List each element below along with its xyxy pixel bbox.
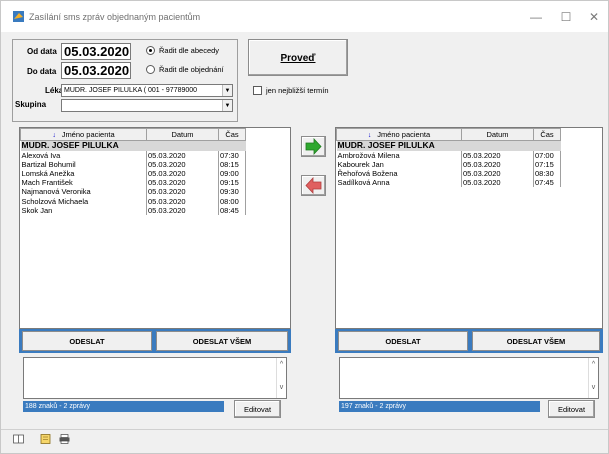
right-send-bar: ODESLAT ODESLAT VŠEM [335, 329, 603, 353]
table-row[interactable]: Lomská Anežka 05.03.2020 09:00 [20, 168, 246, 179]
printer-icon[interactable] [59, 434, 70, 444]
column-header-date[interactable]: Datum [461, 128, 534, 141]
table-row[interactable]: Alexová Iva 05.03.2020 07:30 [20, 150, 246, 160]
sort-arrow-icon: ↓ [52, 132, 62, 139]
scroll-down-icon[interactable]: v [589, 384, 598, 391]
app-icon [13, 11, 24, 22]
note-icon[interactable] [40, 434, 51, 444]
checkbox-icon [253, 86, 262, 95]
table-row[interactable]: Najmanová Veronika 05.03.2020 09:30 [20, 187, 246, 197]
to-date-field[interactable]: 05.03.2020 [61, 62, 131, 79]
right-send-button[interactable]: ODESLAT [338, 331, 468, 351]
left-patient-table: ↓ Jméno pacienta Datum Čas MUDR. JOSEF P… [20, 128, 246, 215]
move-left-button[interactable] [301, 175, 326, 196]
left-status-bar: 188 znaků - 2 zprávy [23, 401, 224, 412]
group-row: MUDR. JOSEF PILULKA [336, 140, 561, 151]
left-patient-list[interactable]: ↓ Jméno pacienta Datum Čas MUDR. JOSEF P… [19, 127, 291, 329]
arrow-left-icon [305, 176, 322, 195]
table-row[interactable]: Kabourek Jan 05.03.2020 07:15 [336, 159, 561, 169]
right-edit-button[interactable]: Editovat [548, 400, 595, 418]
doctor-select[interactable]: MUDR. JOSEF PILULKA ( 001 - 97789000 ▼ [61, 84, 233, 97]
window-title: Zasílání sms zpráv objednaným pacientům [29, 12, 201, 22]
book-icon[interactable] [13, 434, 24, 444]
table-row[interactable]: Mach František 05.03.2020 09:15 [20, 178, 246, 188]
doctor-select-value: MUDR. JOSEF PILULKA ( 001 - 97789000 [64, 87, 198, 94]
left-message-scrollbar[interactable]: ^ v [276, 358, 286, 398]
right-message-scrollbar[interactable]: ^ v [588, 358, 598, 398]
chevron-down-icon[interactable]: ▼ [222, 100, 232, 111]
column-header-time[interactable]: Čas [218, 128, 246, 141]
right-status-bar: 197 znaků - 2 zprávy [339, 401, 540, 412]
left-send-all-button[interactable]: ODESLAT VŠEM [156, 331, 288, 351]
maximize-button[interactable]: ☐ [551, 7, 581, 27]
right-patient-list[interactable]: ↓ Jméno pacienta Datum Čas MUDR. JOSEF P… [335, 127, 603, 329]
scroll-down-icon[interactable]: v [277, 384, 286, 391]
to-date-label: Do data [27, 67, 57, 76]
sort-arrow-icon: ↓ [367, 132, 378, 139]
sort-order-label: Řadit dle objednání [159, 65, 224, 74]
right-message-text[interactable]: ^ v [339, 357, 599, 399]
close-button[interactable]: ✕ [579, 7, 609, 27]
table-row[interactable]: Řehořová Božena 05.03.2020 08:30 [336, 168, 561, 179]
title-bar: Zasílání sms zpráv objednaným pacientům … [1, 1, 608, 32]
from-date-field[interactable]: 05.03.2020 [61, 43, 131, 60]
table-row[interactable]: Bartizal Bohumil 05.03.2020 08:15 [20, 159, 246, 169]
sort-alpha-label: Řadit dle abecedy [159, 46, 220, 55]
left-send-button[interactable]: ODESLAT [22, 331, 152, 351]
table-row[interactable]: Sadílková Anna 05.03.2020 07:45 [336, 178, 561, 188]
left-send-bar: ODESLAT ODESLAT VŠEM [19, 329, 291, 353]
sort-order-radio[interactable]: Řadit dle objednání [146, 65, 224, 74]
radio-dot-icon [146, 65, 155, 74]
chevron-down-icon[interactable]: ▼ [222, 85, 232, 96]
table-row[interactable]: Skok Jan 05.03.2020 08:45 [20, 205, 246, 215]
column-header-date[interactable]: Datum [146, 128, 219, 141]
minimize-button[interactable]: — [521, 7, 551, 27]
nearest-only-label: jen nejbližší termín [266, 86, 329, 95]
column-header-name[interactable]: ↓ Jméno pacienta [20, 128, 147, 141]
scroll-up-icon[interactable]: ^ [589, 361, 598, 368]
radio-dot-icon [146, 46, 155, 55]
column-header-time[interactable]: Čas [533, 128, 561, 141]
column-header-name[interactable]: ↓ Jméno pacienta [336, 128, 462, 141]
filter-group: Od data 05.03.2020 Do data 05.03.2020 Řa… [12, 39, 238, 122]
move-right-button[interactable] [301, 136, 326, 157]
left-message-text[interactable]: ^ v [23, 357, 287, 399]
right-send-all-button[interactable]: ODESLAT VŠEM [472, 331, 600, 351]
group-row: MUDR. JOSEF PILULKA [20, 140, 246, 151]
table-row[interactable]: Ambrožová Milena 05.03.2020 07:00 [336, 150, 561, 160]
scroll-up-icon[interactable]: ^ [277, 361, 286, 368]
right-patient-table: ↓ Jméno pacienta Datum Čas MUDR. JOSEF P… [336, 128, 561, 188]
bottom-toolbar [1, 429, 608, 447]
table-header-row: ↓ Jméno pacienta Datum Čas [336, 128, 561, 141]
sort-alpha-radio[interactable]: Řadit dle abecedy [146, 46, 219, 55]
table-row[interactable]: Scholzová Michaela 05.03.2020 08:00 [20, 196, 246, 206]
group-label: Skupina [15, 100, 47, 109]
from-date-label: Od data [27, 47, 57, 56]
sms-window: Zasílání sms zpráv objednaným pacientům … [0, 0, 609, 454]
run-button[interactable]: Proveď [248, 39, 348, 76]
nearest-only-checkbox[interactable]: jen nejbližší termín [253, 86, 329, 95]
left-edit-button[interactable]: Editovat [234, 400, 281, 418]
group-select[interactable]: ▼ [61, 99, 233, 112]
table-header-row: ↓ Jméno pacienta Datum Čas [20, 128, 246, 141]
arrow-right-icon [305, 137, 322, 156]
